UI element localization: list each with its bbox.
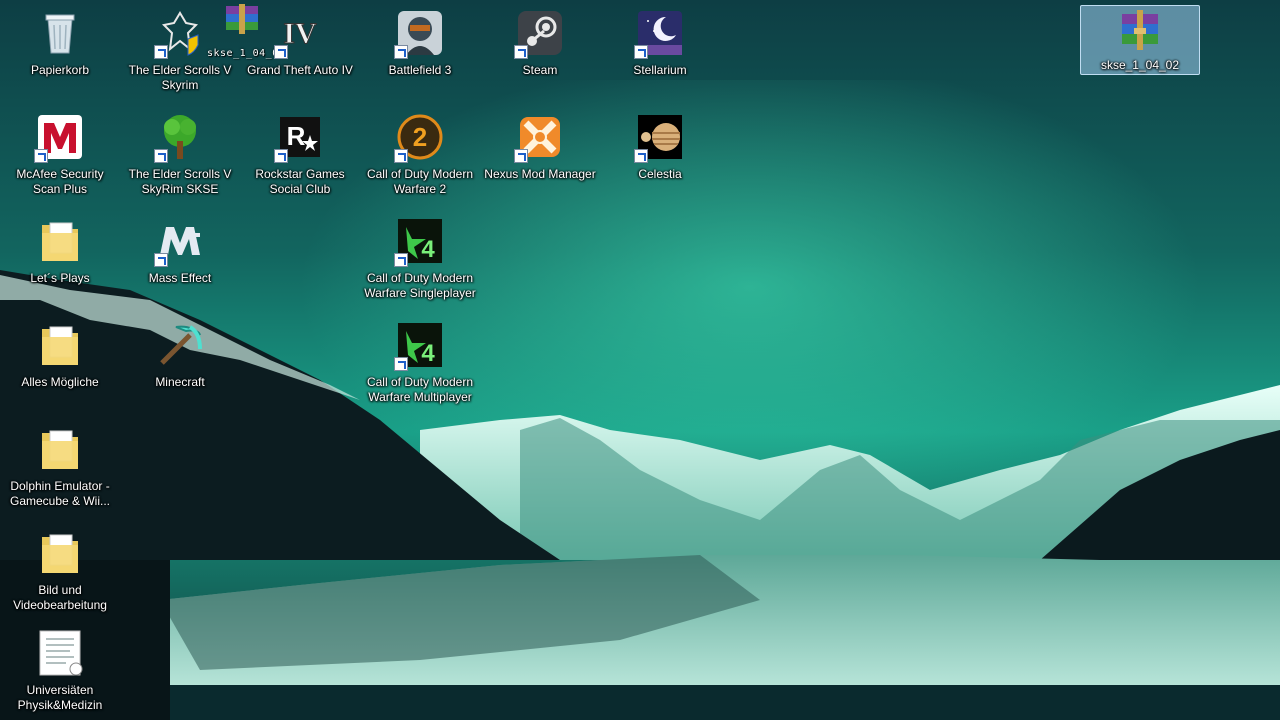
icon-label: The Elder Scrolls V SkyRim SKSE bbox=[128, 167, 232, 196]
icon-label: McAfee Security Scan Plus bbox=[16, 167, 104, 196]
desktop-icon-cod4-mp[interactable]: 4 Call of Duty Modern Warfare Multiplaye… bbox=[361, 318, 479, 418]
icon-label: Alles Mögliche bbox=[21, 375, 99, 389]
skyrim-icon bbox=[154, 9, 204, 59]
svg-text:4: 4 bbox=[421, 236, 435, 263]
icon-label: Bild und Videobearbeitung bbox=[13, 583, 107, 612]
winrar-archive-icon bbox=[1116, 8, 1164, 56]
icon-label: Grand Theft Auto IV bbox=[247, 63, 353, 77]
desktop-icon-gta4[interactable]: IV Grand Theft Auto IV bbox=[241, 6, 359, 106]
recycle-bin-icon bbox=[36, 9, 84, 57]
desktop-icon-steam[interactable]: Steam bbox=[481, 6, 599, 106]
battlefield-icon bbox=[394, 9, 444, 59]
steam-icon bbox=[514, 9, 564, 59]
icon-label: Let´s Plays bbox=[30, 271, 90, 285]
icon-label: Universiäten Physik&Medizin bbox=[17, 683, 103, 712]
rockstar-icon: R bbox=[274, 113, 324, 163]
folder-icon bbox=[36, 217, 84, 265]
icon-label: Call of Duty Modern Warfare Multiplayer bbox=[366, 375, 474, 404]
pickaxe-icon bbox=[156, 321, 204, 369]
nexus-icon bbox=[514, 113, 564, 163]
cod-mw2-icon: 2 bbox=[394, 113, 444, 163]
icon-label: Rockstar Games Social Club bbox=[255, 167, 345, 196]
folder-icon bbox=[36, 529, 84, 577]
celestia-icon bbox=[634, 113, 684, 163]
icon-label: Call of Duty Modern Warfare 2 bbox=[366, 167, 474, 196]
icon-label: Celestia bbox=[638, 167, 682, 181]
desktop-icon-cod4-sp[interactable]: 4 Call of Duty Modern Warfare Singleplay… bbox=[361, 214, 479, 314]
desktop-icon-skyrim[interactable]: The Elder Scrolls V Skyrim bbox=[121, 6, 239, 106]
mass-effect-icon bbox=[154, 217, 204, 267]
svg-text:IV: IV bbox=[283, 17, 317, 50]
desktop-icon-skse-archive[interactable]: skse_1_04_02 bbox=[1080, 5, 1200, 75]
svg-text:2: 2 bbox=[413, 122, 427, 152]
desktop-icon-nexus[interactable]: Nexus Mod Manager bbox=[481, 110, 599, 210]
icon-label: Steam bbox=[522, 63, 558, 77]
icon-label: Nexus Mod Manager bbox=[484, 167, 596, 181]
icon-label: Battlefield 3 bbox=[388, 63, 452, 77]
folder-icon bbox=[36, 425, 84, 473]
icon-label: Call of Duty Modern Warfare Singleplayer bbox=[364, 271, 476, 300]
cod4-icon: 4 bbox=[394, 217, 444, 267]
svg-text:R: R bbox=[287, 121, 306, 151]
desktop-icon-dolphin[interactable]: Dolphin Emulator - Gamecube & Wii... bbox=[1, 422, 119, 522]
gta4-icon: IV bbox=[274, 9, 324, 59]
desktop-icon-minecraft[interactable]: Minecraft bbox=[121, 318, 239, 418]
desktop-icon-cod-mw2[interactable]: 2 Call of Duty Modern Warfare 2 bbox=[361, 110, 479, 210]
document-icon bbox=[36, 629, 84, 677]
cod4-icon: 4 bbox=[394, 321, 444, 371]
tree-icon bbox=[154, 113, 204, 163]
svg-text:4: 4 bbox=[421, 340, 435, 367]
icon-label: The Elder Scrolls V Skyrim bbox=[128, 63, 232, 92]
desktop-icon-rockstar[interactable]: R Rockstar Games Social Club bbox=[241, 110, 359, 210]
desktop-icon-mass-effect[interactable]: Mass Effect bbox=[121, 214, 239, 314]
icon-label: Mass Effect bbox=[148, 271, 212, 285]
desktop-icon-stellarium[interactable]: Stellarium bbox=[601, 6, 719, 106]
desktop-icon-skyrim-skse[interactable]: The Elder Scrolls V SkyRim SKSE bbox=[121, 110, 239, 210]
desktop-icon-battlefield3[interactable]: Battlefield 3 bbox=[361, 6, 479, 106]
stellarium-icon bbox=[634, 9, 684, 59]
icon-label: Dolphin Emulator - Gamecube & Wii... bbox=[9, 479, 111, 508]
icon-label: Minecraft bbox=[155, 375, 205, 389]
mcafee-icon bbox=[34, 113, 84, 163]
desktop-icon-alles-moegliche[interactable]: Alles Mögliche bbox=[1, 318, 119, 418]
desktop-icon-papierkorb[interactable]: Papierkorb bbox=[1, 6, 119, 106]
desktop-icon-celestia[interactable]: Celestia bbox=[601, 110, 719, 210]
icon-label: Papierkorb bbox=[30, 63, 90, 77]
folder-icon bbox=[36, 321, 84, 369]
icon-label: Stellarium bbox=[633, 63, 687, 77]
desktop-icon-universitaeten[interactable]: Universiäten Physik&Medizin bbox=[1, 614, 119, 718]
desktop-icon-lets-plays[interactable]: Let´s Plays bbox=[1, 214, 119, 314]
desktop-icon-bild-video[interactable]: Bild und Videobearbeitung bbox=[1, 526, 119, 626]
desktop-icon-mcafee[interactable]: McAfee Security Scan Plus bbox=[1, 110, 119, 210]
icon-label: skse_1_04_02 bbox=[1100, 58, 1180, 72]
